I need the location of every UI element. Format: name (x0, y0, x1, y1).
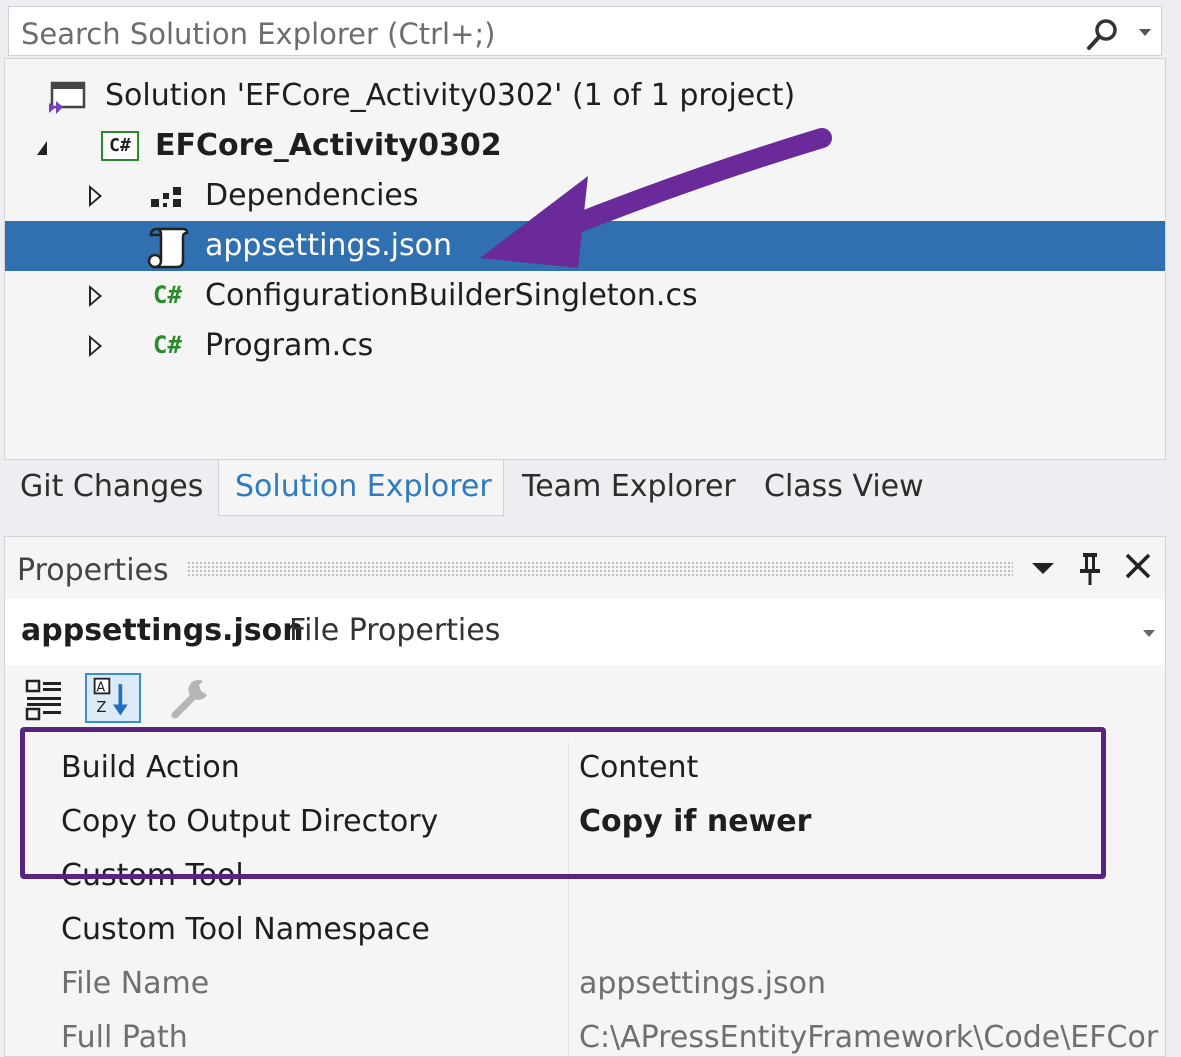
chevron-down-icon[interactable] (1143, 630, 1155, 637)
annotation-arrow (480, 128, 832, 268)
object-selector[interactable]: appsettings.json File Properties (5, 599, 1165, 665)
tab-label: Git Changes (20, 469, 204, 504)
property-row-full-path[interactable]: Full Path C:\APressEntityFramework\Code\… (19, 1012, 1165, 1056)
tree-row-solution[interactable]: Solution 'EFCore_Activity0302' (1 of 1 p… (5, 71, 1165, 121)
tab-label: Team Explorer (522, 469, 736, 504)
properties-title: Properties (17, 553, 169, 588)
solution-icon (49, 81, 86, 114)
csharp-file-icon: C# (153, 281, 182, 309)
property-value: appsettings.json (579, 966, 826, 1001)
tree-item-label: appsettings.json (205, 228, 452, 263)
solution-label: Solution 'EFCore_Activity0302' (1 of 1 p… (105, 78, 796, 113)
grid-divider (568, 904, 569, 958)
wrench-icon (171, 679, 207, 719)
tree-row-program[interactable]: C# Program.cs (5, 321, 1165, 371)
svg-text:Z: Z (96, 699, 106, 716)
collapsed-arrow-icon[interactable] (89, 285, 102, 307)
tab-solution-explorer[interactable]: Solution Explorer (218, 460, 504, 516)
property-name: Custom Tool Namespace (61, 912, 430, 947)
property-value: C:\APressEntityFramework\Code\EFCor (579, 1020, 1159, 1055)
grid-divider (568, 958, 569, 1012)
window-position-menu-icon[interactable] (1032, 563, 1054, 574)
panel-grip[interactable] (187, 561, 1013, 577)
object-name: appsettings.json (21, 613, 304, 648)
properties-toolbar: A Z (5, 665, 1165, 727)
svg-text:A: A (96, 681, 105, 696)
search-icon[interactable] (1085, 16, 1121, 52)
search-box[interactable]: Search Solution Explorer (Ctrl+;) (8, 6, 1162, 56)
alphabetical-button[interactable]: A Z (85, 673, 141, 723)
tab-git-changes[interactable]: Git Changes (0, 460, 216, 516)
collapsed-arrow-icon[interactable] (89, 185, 102, 207)
collapsed-arrow-icon[interactable] (89, 335, 102, 357)
tab-label: Solution Explorer (235, 469, 492, 504)
close-icon[interactable] (1121, 549, 1155, 583)
property-pages-button[interactable] (163, 673, 219, 723)
csharp-file-icon: C# (153, 331, 182, 359)
tree-item-label: ConfigurationBuilderSingleton.cs (205, 278, 698, 313)
search-input[interactable]: Search Solution Explorer (Ctrl+;) (21, 17, 495, 51)
project-label: EFCore_Activity0302 (155, 128, 502, 163)
chevron-down-icon[interactable] (1139, 29, 1151, 36)
tab-team-explorer[interactable]: Team Explorer (504, 460, 744, 516)
pin-icon[interactable] (1075, 551, 1105, 587)
tab-class-view[interactable]: Class View (746, 460, 946, 516)
dependencies-icon (151, 187, 181, 207)
tab-label: Class View (764, 469, 924, 504)
property-row-custom-tool-namespace[interactable]: Custom Tool Namespace (19, 904, 1165, 958)
property-name: File Name (61, 966, 210, 1001)
categorized-button[interactable] (19, 673, 75, 723)
json-file-icon (147, 227, 189, 269)
expanded-arrow-icon[interactable] (37, 141, 47, 155)
tree-item-label: Program.cs (205, 328, 374, 363)
tree-row-configurationbuilder[interactable]: C# ConfigurationBuilderSingleton.cs (5, 271, 1165, 321)
grid-divider (568, 1012, 569, 1056)
property-name: Full Path (61, 1020, 188, 1055)
property-row-file-name[interactable]: File Name appsettings.json (19, 958, 1165, 1012)
sort-alphabetical-icon: A Z (93, 677, 128, 716)
object-type: File Properties (289, 613, 501, 648)
tree-item-label: Dependencies (205, 178, 419, 213)
categorized-icon (25, 679, 61, 721)
annotation-highlight-box (20, 727, 1106, 879)
csharp-project-icon: C# (101, 131, 139, 161)
